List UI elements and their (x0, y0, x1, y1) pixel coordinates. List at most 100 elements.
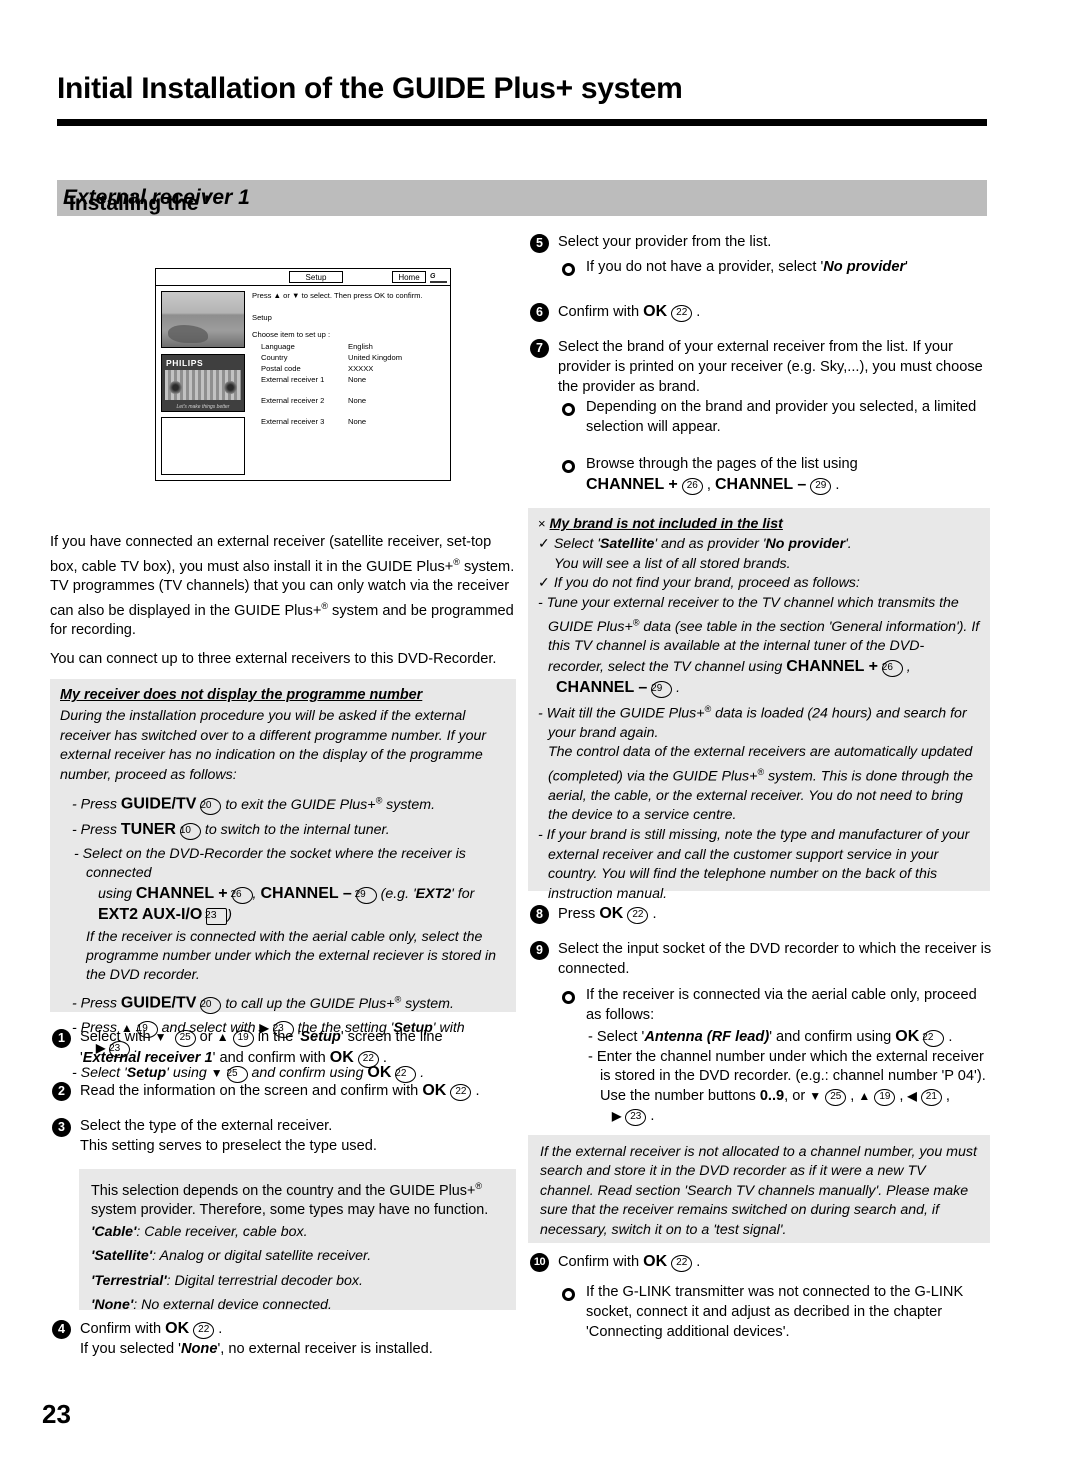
tv-tab-setup: Setup (289, 271, 343, 283)
type-desc-cable: : Cable receiver, cable box. (136, 1223, 308, 1240)
sub-bullet-icon (562, 403, 575, 416)
tv-setting-row[interactable]: Postal code XXXXX (261, 363, 446, 374)
brand-box-line-3: ✓ If you do not find your brand, proceed… (538, 574, 980, 593)
tv-hint-text: Press ▲ or ▼ to select. Then press OK to… (252, 291, 423, 300)
tv-thumbnail-blank (161, 417, 245, 475)
value-no-provider: No provider (823, 259, 906, 275)
step-8-pre: Press (558, 906, 600, 922)
step-2-text: Read the information on the screen and c… (80, 1082, 480, 1101)
keyref-20-2: 20 (200, 996, 222, 1014)
receiver-type-item: 'Satellite': Analog or digital satellite… (91, 1248, 372, 1265)
step-number-3: 3 (52, 1118, 71, 1137)
sub-bullet-icon (562, 263, 575, 276)
step-7-sub-2: Browse through the pages of the list usi… (586, 456, 858, 495)
receiver-type-box: This selection depends on the country an… (79, 1169, 516, 1314)
s9-sub2-line1: - Enter the channel number under which t… (588, 1048, 986, 1085)
s9-sub2-or: , or (784, 1088, 810, 1105)
step-4-line2-pre: If you selected ' (80, 1341, 181, 1357)
value-ext2: EXT2 (415, 885, 452, 902)
key-channel-plus: CHANNEL + (586, 475, 678, 493)
note-box-programme-number: My receiver does not display the program… (50, 679, 516, 1083)
page-number: 23 (42, 1399, 71, 1429)
key-ext2-aux-io: EXT2 AUX-I/O (98, 905, 203, 923)
key-ok: OK (422, 1082, 447, 1099)
note-bullet-1-post: to exit the GUIDE Plus+® system. (221, 795, 436, 813)
keyref-29: 29 (810, 477, 832, 495)
keyref-19: 19 (874, 1089, 896, 1107)
arrow-down-icon: ▼ (809, 1089, 822, 1104)
type-name-terrestrial: Terrestrial (94, 1272, 164, 1289)
s9-sub2-line3: ▶ 23 . (612, 1108, 655, 1127)
tv-setting-key: Country (261, 353, 288, 362)
step-7-sub-2-line1: Browse through the pages of the list usi… (586, 456, 858, 472)
step-10-text: Confirm with OK 22 . (558, 1253, 701, 1272)
check-icon: ✓ (538, 575, 550, 592)
brand-box-line-5: - Wait till the GUIDE Plus+® data is loa… (538, 703, 967, 741)
tv-settings-list: Language English Country United Kingdom … (261, 341, 446, 427)
step-number-5: 5 (530, 234, 549, 253)
arrow-right-icon: ▶ (612, 1109, 622, 1124)
brand-box-l1-pre: Select ' (553, 536, 600, 553)
tv-setting-row-external-receiver-1[interactable]: External receiver 1 None (261, 374, 446, 385)
value-none: None (180, 1341, 218, 1357)
step-1-line2-mid: ' and confirm with (212, 1050, 330, 1066)
step-4-line2-post: ', no external receiver is installed. (217, 1341, 433, 1357)
note-bullet-3-close: ) (227, 906, 232, 923)
step-5-sub-post: ' (905, 259, 908, 275)
brand-box-title: My brand is not included in the list (549, 516, 783, 532)
tv-setting-key: Postal code (261, 364, 301, 373)
step-7-sub-1: Depending on the brand and provider you … (586, 399, 977, 435)
keyref-22: 22 (357, 1051, 379, 1068)
key-ok: OK (895, 1027, 920, 1045)
key-ok: OK (165, 1320, 190, 1337)
key-number-buttons: 0..9 (759, 1088, 785, 1105)
brand-box-line-4: - Tune your external receiver to the TV … (538, 594, 980, 698)
tv-setting-key: External receiver 1 (261, 375, 325, 384)
tv-setting-row[interactable]: Language English (261, 341, 446, 352)
tv-screen-illustration: Setup Home G PHILIPS Let's make things b… (155, 268, 451, 481)
step-10-pre: Confirm with (558, 1254, 644, 1270)
step-5-sub-pre: If you do not have a provider, select ' (586, 259, 824, 275)
tv-setting-row-external-receiver-3[interactable]: External receiver 3 None (261, 416, 446, 427)
tv-setting-row-external-receiver-2[interactable]: External receiver 2 None (261, 395, 446, 406)
brand-box-title-row: × My brand is not included in the list (538, 514, 980, 534)
step-4-text: Confirm with OK 22 . If you selected 'No… (80, 1320, 433, 1357)
step-9-text: Select the input socket of the DVD recor… (558, 941, 992, 977)
arrow-up-icon: ▲ (858, 1089, 871, 1104)
tv-screen-topbar: Setup Home G (156, 269, 450, 286)
keyref-23: 23 (625, 1109, 647, 1127)
step-number-1: 1 (52, 1029, 71, 1048)
key-ok: OK (643, 303, 668, 320)
step-8-text: Press OK 22 . (558, 905, 657, 924)
key-channel-minus: CHANNEL – (260, 884, 352, 902)
section-title-suffix: ' (69, 192, 74, 215)
s9-sub2-pre: Use the number buttons (600, 1088, 760, 1105)
keyref-22: 22 (450, 1084, 472, 1101)
note-bullet-4-pre: - Press (72, 995, 121, 1012)
brand-box-l3-text: If you do not find your brand, proceed a… (553, 575, 860, 592)
type-desc-none: : No external device connected. (133, 1297, 332, 1314)
keyref-29: 29 (355, 886, 377, 904)
sub-bullet-icon (562, 1288, 575, 1301)
key-ok: OK (643, 1253, 668, 1270)
step-1-mid: in the ' (253, 1029, 301, 1045)
keyref-22: 22 (627, 907, 649, 924)
receiver-type-item: 'Cable': Cable receiver, cable box. (91, 1223, 308, 1240)
step-5-sub-text: If you do not have a provider, select 'N… (586, 258, 994, 278)
step-3-line1: Select the type of the external receiver… (80, 1118, 333, 1134)
title-divider (57, 119, 987, 126)
step-2-pre: Read the information on the screen and c… (80, 1083, 423, 1099)
receiver-type-item: 'Terrestrial': Digital terrestrial decod… (91, 1272, 363, 1289)
key-ok: OK (599, 905, 624, 922)
brand-box-l1-post: '. (845, 536, 852, 553)
step-6-text: Confirm with OK 22 . (558, 303, 701, 322)
keyref-26: 26 (681, 477, 703, 495)
keyref-25: 25 (825, 1089, 847, 1107)
value-no-provider: No provider (765, 536, 846, 553)
brand-box-line-1: ✓ Select 'Satellite' and as provider 'No… (538, 535, 980, 554)
tv-setting-value: English (348, 342, 373, 351)
tv-setting-row[interactable]: Country United Kingdom (261, 352, 446, 363)
tv-choose-label: Choose item to set up : (252, 330, 331, 339)
step-number-6: 6 (530, 303, 549, 322)
manual-page: Initial Installation of the GUIDE Plus+ … (0, 0, 1080, 1473)
